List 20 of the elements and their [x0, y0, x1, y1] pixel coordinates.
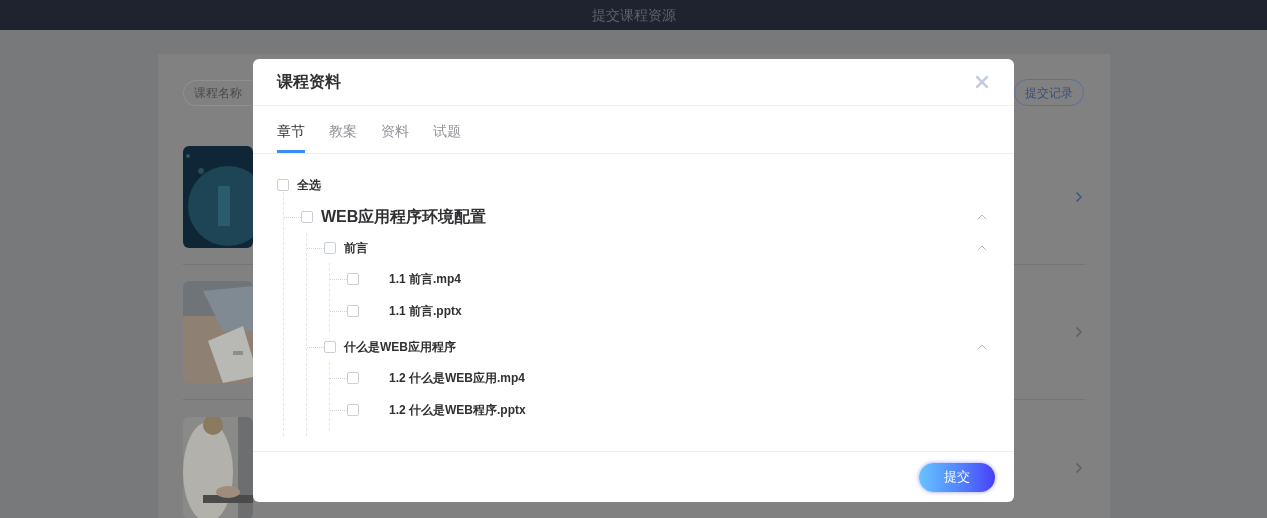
checkbox[interactable]	[277, 179, 289, 191]
checkbox[interactable]	[347, 404, 359, 416]
dialog-title: 课程资料	[277, 72, 341, 92]
page-title: 提交课程资源	[591, 5, 676, 25]
submit-button[interactable]: 提交	[919, 462, 995, 492]
checkbox[interactable]	[324, 341, 336, 353]
checkbox[interactable]	[347, 305, 359, 317]
checkbox[interactable]	[347, 372, 359, 384]
tree-label[interactable]: 1.1 前言.mp4	[389, 270, 462, 288]
tree-label[interactable]: 1.2 什么是WEB应用.mp4	[389, 369, 526, 387]
tree-label[interactable]: 1.1 前言.pptx	[389, 302, 462, 320]
checkbox[interactable]	[347, 273, 359, 285]
checkbox[interactable]	[324, 242, 336, 254]
checkbox[interactable]	[301, 211, 313, 223]
select-all-label[interactable]: 全选	[297, 176, 321, 194]
tree-label[interactable]: 前言	[344, 239, 368, 257]
tree-label[interactable]: 什么是WEB应用程序	[344, 338, 456, 356]
tree-label[interactable]: 1.2 什么是WEB程序.pptx	[389, 401, 526, 419]
tree-label[interactable]: WEB应用程序环境配置	[321, 205, 487, 229]
tab[interactable]: 章节	[277, 113, 305, 153]
